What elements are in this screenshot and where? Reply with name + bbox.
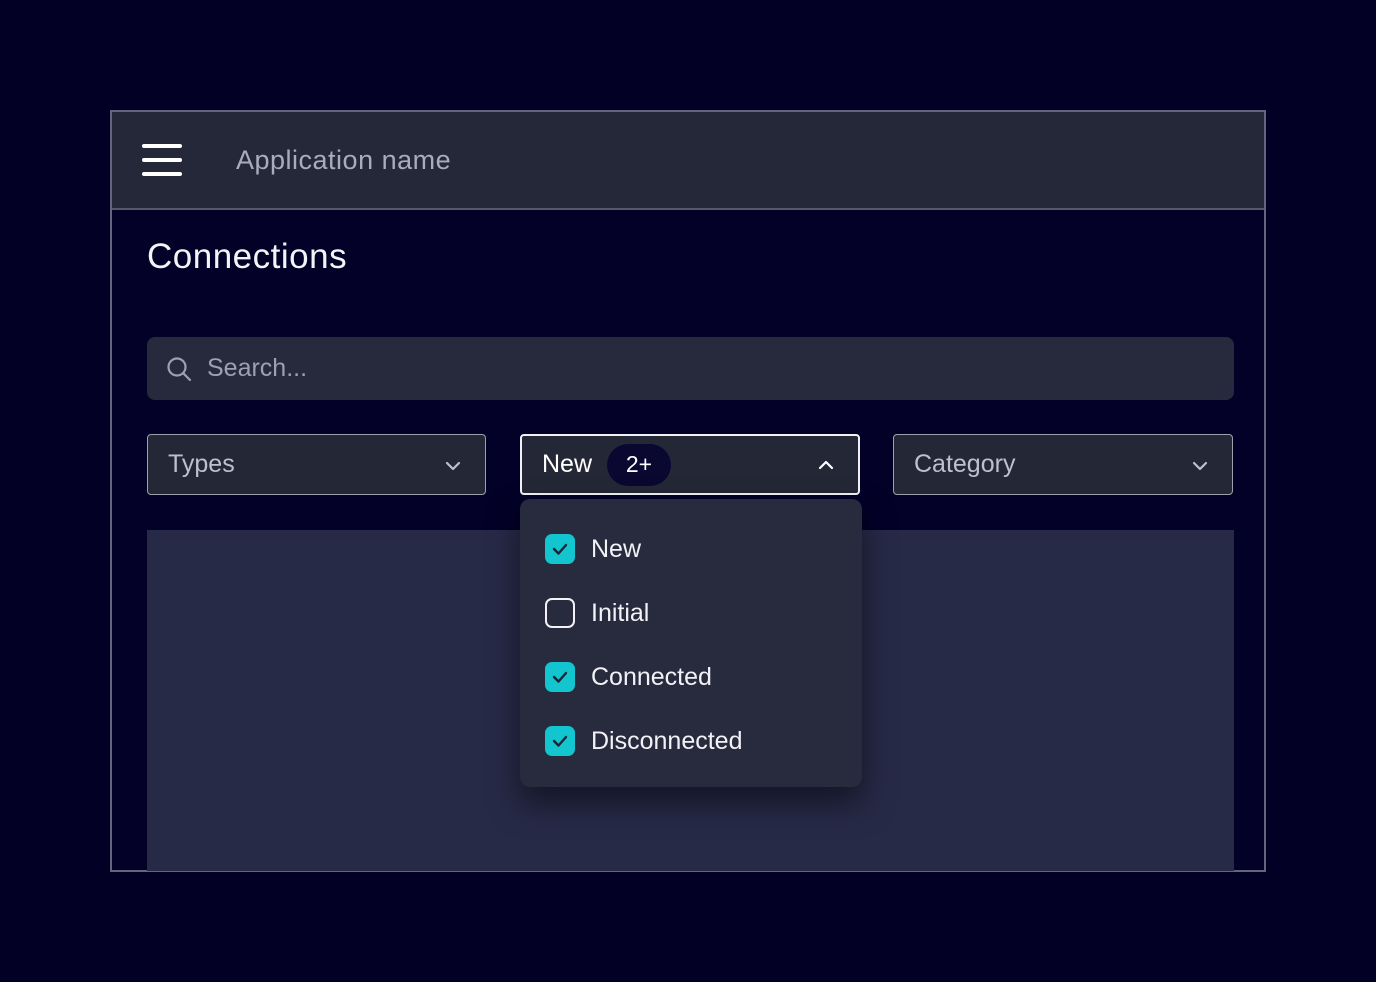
status-filter-label: New [542,450,592,479]
dropdown-option[interactable]: Disconnected [520,726,862,756]
status-dropdown-menu: New Initial Connected D [520,499,862,787]
hamburger-menu-icon[interactable] [142,144,182,176]
types-filter-label: Types [168,450,235,479]
chevron-up-icon [814,453,838,477]
page-title: Connections [147,237,347,277]
option-label: Initial [591,599,649,628]
checkbox-icon[interactable] [545,662,575,692]
checkbox-icon[interactable] [545,726,575,756]
dropdown-option[interactable]: New [520,534,862,564]
checkbox-icon[interactable] [545,534,575,564]
types-filter-dropdown[interactable]: Types [147,434,486,495]
category-filter-dropdown[interactable]: Category [893,434,1233,495]
selected-count-badge: 2+ [607,444,671,486]
search-icon [165,355,193,383]
app-header: Application name [112,112,1264,210]
status-filter-dropdown[interactable]: New 2+ [520,434,860,495]
search-input[interactable] [207,354,1216,383]
dropdown-option[interactable]: Initial [520,598,862,628]
chevron-down-icon [1188,453,1212,477]
category-filter-label: Category [914,450,1015,479]
search-box[interactable] [147,337,1234,400]
app-title: Application name [236,145,451,176]
chevron-down-icon [441,453,465,477]
checkbox-icon[interactable] [545,598,575,628]
dropdown-option[interactable]: Connected [520,662,862,692]
option-label: Connected [591,663,712,692]
app-window: Application name Connections Types New 2… [110,110,1266,872]
option-label: Disconnected [591,727,742,756]
option-label: New [591,535,641,564]
